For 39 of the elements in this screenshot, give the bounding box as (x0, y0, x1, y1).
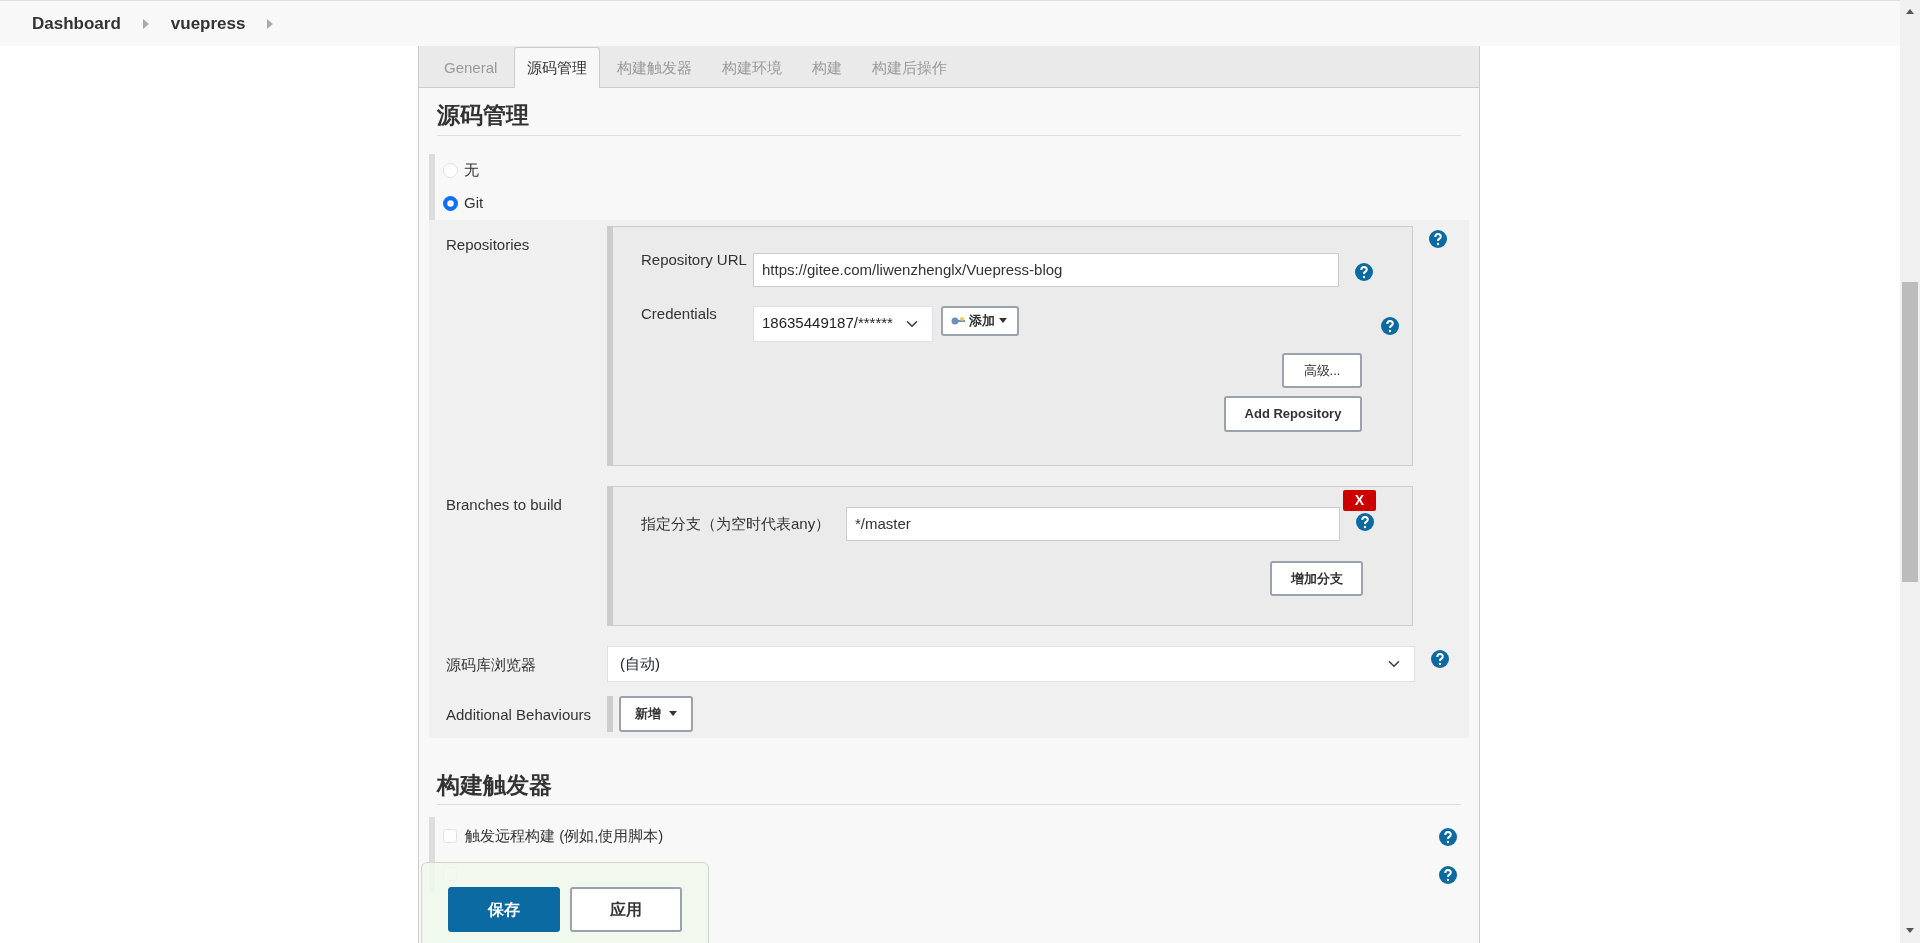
branch-field[interactable]: */master (846, 506, 1340, 541)
add-branch-button[interactable]: 增加分支 (1270, 560, 1363, 596)
advanced-button[interactable]: 高级... (1282, 352, 1362, 388)
field-label: 源码库浏览器 (445, 654, 537, 675)
field-label: Additional Behaviours (445, 704, 593, 725)
url-field[interactable]: https://gitee.com/liwenzhenglx/Vuepress-blog (753, 252, 1339, 287)
help-icon[interactable] (1355, 263, 1373, 282)
radio-label: 无 (464, 159, 479, 180)
help-icon[interactable] (1381, 317, 1399, 336)
help-icon[interactable] (1429, 229, 1447, 248)
add-behaviour-button[interactable]: 新增 (619, 695, 693, 732)
breadcrumb-link[interactable]: vuepress (170, 10, 246, 37)
save-button[interactable]: 保存 (448, 887, 560, 932)
caret-icon (669, 711, 677, 716)
field-label: Repositories (445, 234, 531, 255)
checkbox-label: 触发远程构建 (例如,使用脚本) (465, 825, 664, 846)
section-heading: 构建触发器 (437, 767, 1461, 805)
radio-label: Git (464, 192, 484, 213)
breadcrumb-link[interactable]: Dashboard (32, 10, 121, 37)
key-icon (951, 316, 965, 325)
apply-button[interactable]: 应用 (569, 887, 682, 932)
repo-browser-select[interactable]: (自动) (607, 645, 1415, 682)
field-label: Credentials (641, 303, 718, 324)
help-icon[interactable] (1356, 512, 1374, 531)
help-icon[interactable] (1439, 827, 1457, 846)
section-heading: 源码管理 (437, 98, 1461, 136)
checkbox[interactable] (443, 829, 457, 843)
radio-button[interactable] (443, 195, 458, 211)
credentials-select[interactable]: 18635449187/****** (753, 305, 933, 342)
add-dropdown-button[interactable]: 添加 (941, 305, 1019, 336)
add-repository-button[interactable]: Add Repository (1224, 396, 1362, 432)
delete-button[interactable]: X (1342, 489, 1376, 511)
field-label: Branches to build (445, 494, 563, 515)
field-label: 指定分支（为空时代表any） (641, 513, 832, 534)
help-icon[interactable] (1431, 649, 1449, 668)
help-icon[interactable] (1439, 865, 1457, 884)
caret-icon (999, 318, 1007, 323)
field-label: Repository URL (641, 249, 748, 270)
tab[interactable]: 源码管理 (514, 46, 601, 88)
